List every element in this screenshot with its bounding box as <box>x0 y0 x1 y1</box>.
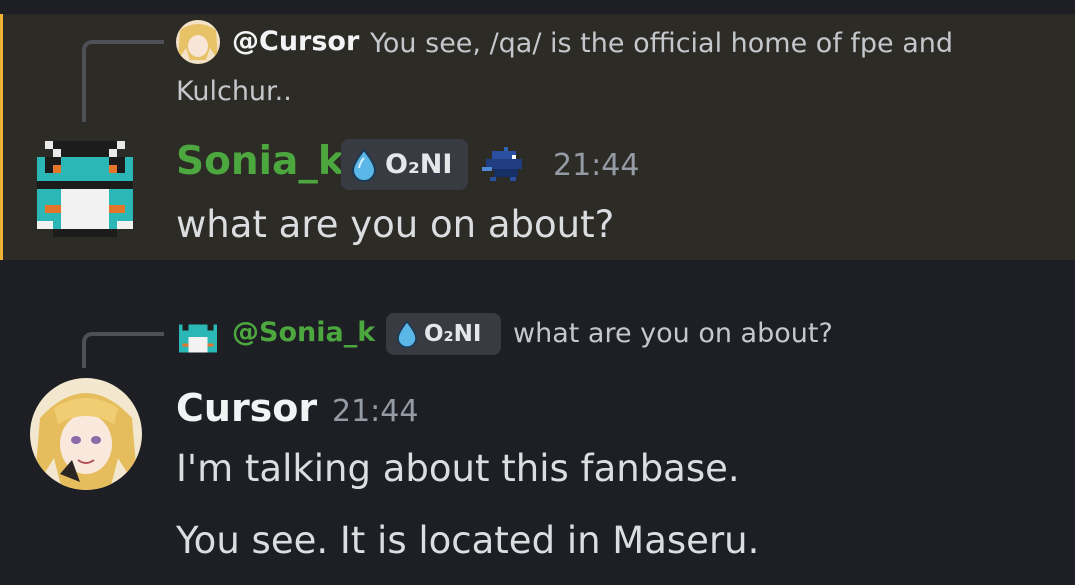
water-drop-icon <box>397 320 417 348</box>
message-line-2: You see. It is located in Maseru. <box>176 519 760 562</box>
water-drop-icon <box>351 147 377 182</box>
reply-preview-text[interactable]: what are you on about? <box>513 310 833 358</box>
username-cursor[interactable]: Cursor <box>176 386 317 430</box>
timestamp[interactable]: 21:44 <box>553 148 639 183</box>
clan-badge[interactable]: O₂NI <box>386 313 501 355</box>
top-strip <box>0 0 1075 14</box>
message-line-1: I'm talking about this fanbase. <box>176 447 740 490</box>
anime-girl-avatar[interactable] <box>30 378 142 490</box>
username-sonia[interactable]: Sonia_k <box>176 139 344 184</box>
clan-badge[interactable]: O₂NI <box>341 139 468 190</box>
reply-preview-text[interactable]: You see, /qa/ is the official home of fp… <box>176 20 1026 116</box>
reply-connector <box>82 332 164 368</box>
badge-label: O₂NI <box>385 149 453 180</box>
badge-label: O₂NI <box>424 321 482 347</box>
message-content: what are you on about? <box>176 203 615 246</box>
reply-connector <box>82 40 164 122</box>
reply-avatar-sonia[interactable] <box>176 315 220 359</box>
timestamp[interactable]: 21:44 <box>332 394 418 429</box>
pixel-frog-avatar[interactable] <box>29 133 141 245</box>
reply-author[interactable]: @Sonia_k <box>232 317 375 348</box>
blue-pixel-creature-icon[interactable] <box>480 145 526 185</box>
